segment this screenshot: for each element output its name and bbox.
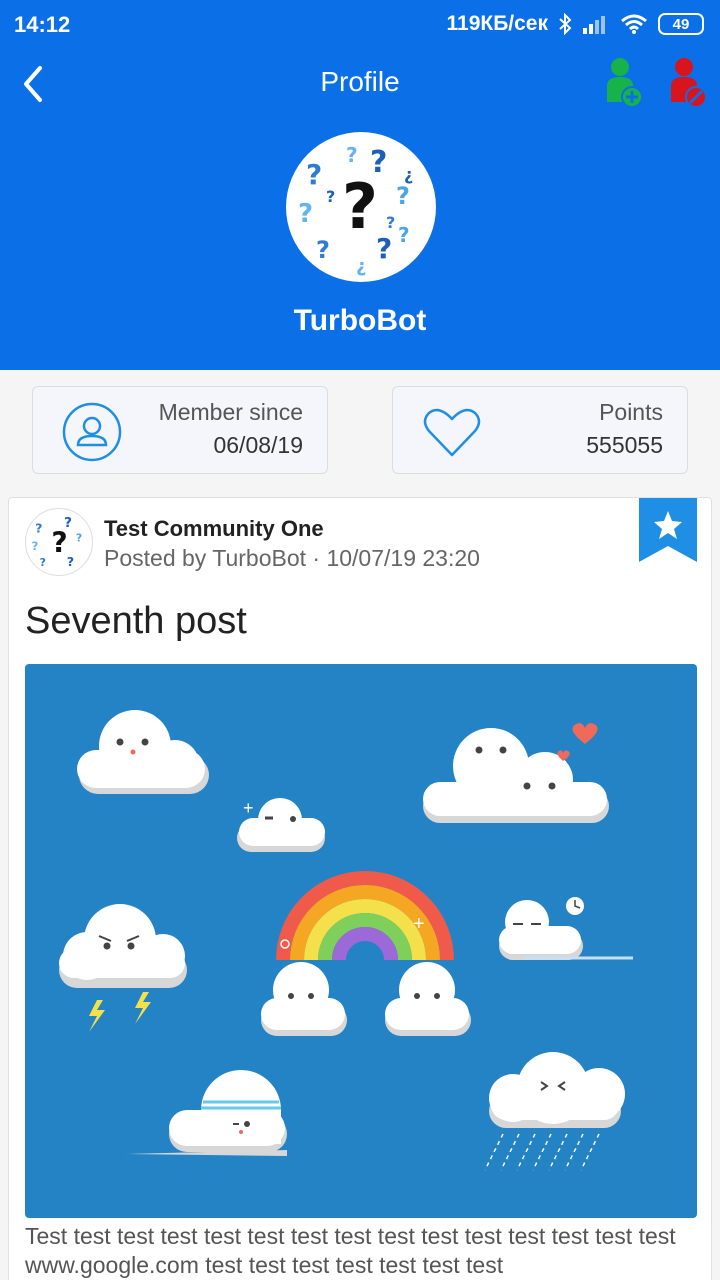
cloud-icon [125,1070,287,1156]
points-card: Points 555055 [392,386,688,474]
profile-username: TurboBot [293,304,427,337]
member-since-card: Member since 06/08/19 [32,386,328,474]
status-bar: 14:12 119КБ/сек 49 [0,0,720,50]
profile-header: 14:12 119КБ/сек 49 Profile ? ? ? ? ? ? ?… [0,0,720,370]
block-user-icon[interactable] [668,56,708,108]
cloud-icon [423,723,609,823]
points-value: 555055 [586,432,663,458]
question-marks-icon: ? ? ? ? ? ? ? [31,515,82,569]
svg-text:?: ? [316,236,330,264]
status-indicators: 119КБ/сек 49 [446,12,704,36]
svg-text:?: ? [376,232,392,265]
cloud-icon [59,904,187,1032]
wifi-icon [621,14,647,34]
post-author-avatar[interactable]: ? ? ? ? ? ? ? [25,508,93,576]
post-body: Test test test test test test test test … [25,1223,676,1278]
svg-text:?: ? [40,556,46,569]
svg-text:?: ? [306,158,322,191]
bluetooth-icon [559,13,572,35]
svg-text:?: ? [396,182,410,210]
cloud-icon [484,1052,625,1171]
svg-text:?: ? [346,143,358,167]
post-card[interactable]: ? ? ? ? ? ? ? Test Community One Posted … [8,497,712,1280]
member-since-label: Member since [158,399,303,425]
svg-text:?: ? [398,223,410,247]
status-time: 14:12 [14,12,71,37]
post-image[interactable]: + + [25,664,697,1218]
heart-icon [423,408,481,457]
member-since-value: 06/08/19 [213,432,303,458]
star-bookmark-icon[interactable] [639,498,697,562]
battery-level: 49 [672,15,690,33]
profile-avatar: ? ? ? ? ? ? ? ? ? ? ? ¿ ¿ [286,132,436,282]
points-label: Points [599,399,663,425]
post-meta: Posted by TurboBot · 10/07/19 23:20 [104,545,480,571]
svg-text:+: + [243,798,254,818]
svg-text:?: ? [31,539,38,553]
signal-icon [583,16,605,34]
cloud-icon [77,710,209,794]
svg-text:?: ? [298,199,313,229]
svg-text:?: ? [342,170,378,243]
cloud-icon: + [237,798,325,852]
cute-clouds-illustration: + + [59,710,633,1171]
user-circle-icon [62,402,122,462]
rainbow-icon: + [261,871,471,1036]
svg-text:?: ? [370,145,387,180]
post-title: Seventh post [25,600,247,642]
network-speed: 119КБ/сек [446,12,549,35]
question-marks-icon: ? ? ? ? ? ? ? ? ? ? ? ¿ ¿ [298,143,413,277]
svg-text:?: ? [51,527,67,560]
svg-text:?: ? [35,521,42,536]
battery-icon: 49 [658,13,704,35]
add-user-icon[interactable] [604,56,644,108]
svg-text:¿: ¿ [404,165,413,184]
svg-text:¿: ¿ [356,256,366,277]
svg-text:+: + [413,913,425,935]
svg-text:?: ? [386,213,395,232]
svg-text:?: ? [67,554,74,569]
svg-text:?: ? [64,515,72,531]
svg-text:?: ? [326,187,335,206]
svg-text:?: ? [76,532,82,545]
post-community[interactable]: Test Community One [104,516,324,542]
cloud-icon [499,897,633,960]
